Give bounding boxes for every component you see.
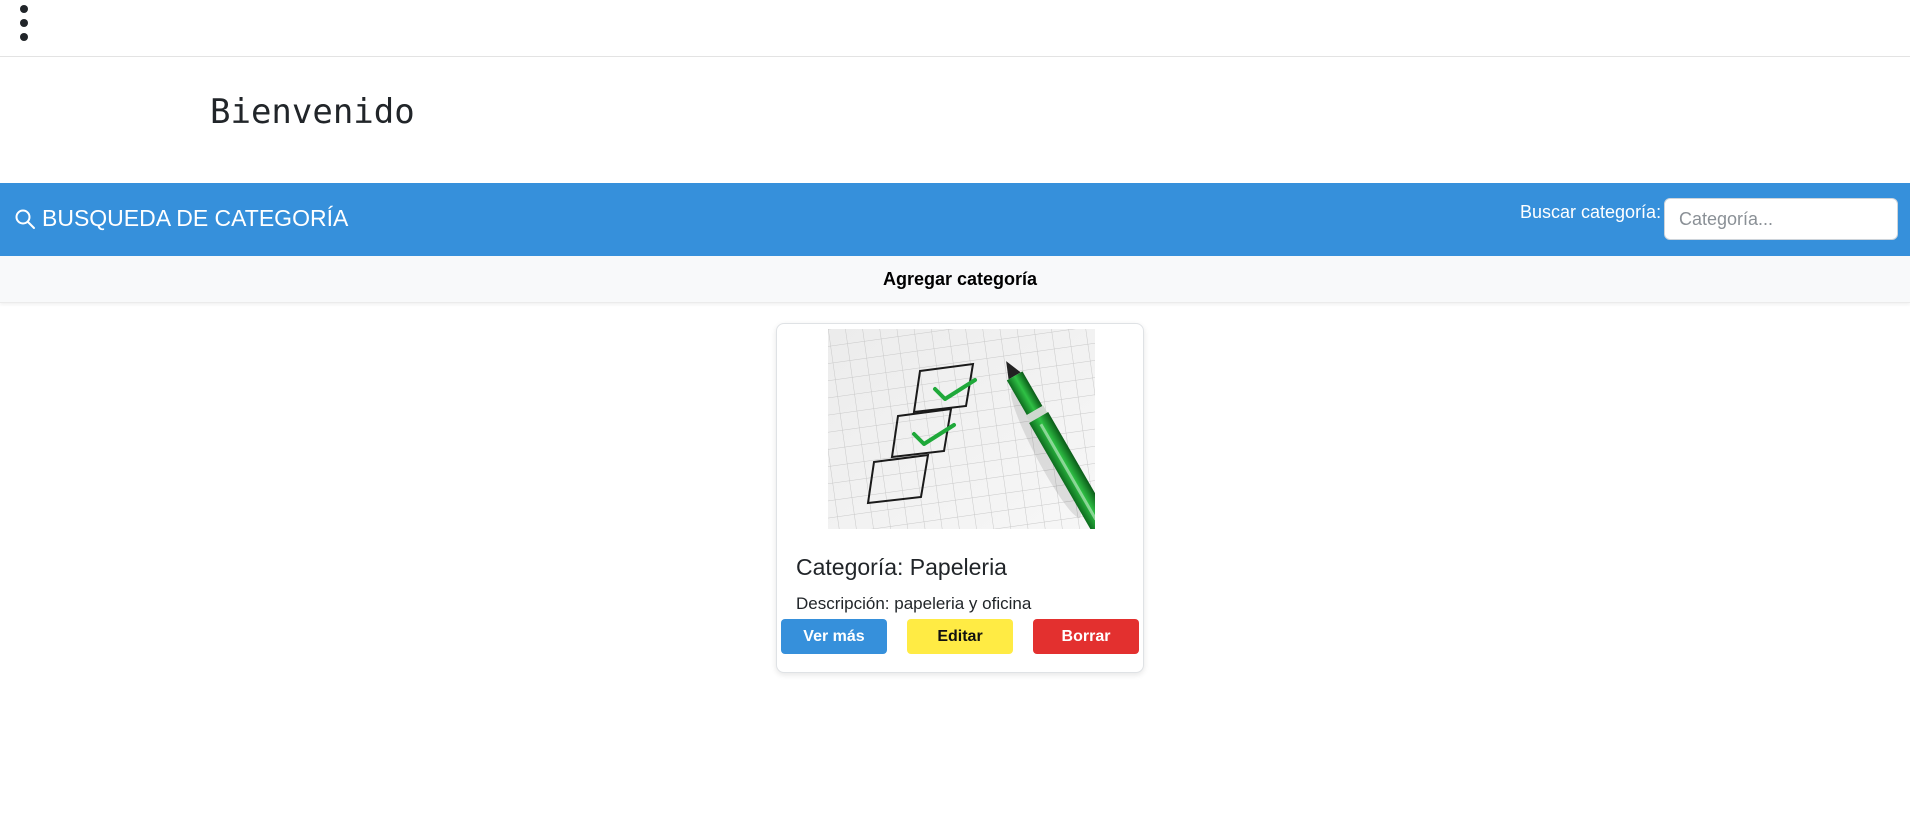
delete-button[interactable]: Borrar <box>1033 619 1139 654</box>
kebab-menu-icon[interactable] <box>15 3 31 43</box>
category-title: Categoría: Papeleria <box>796 554 1007 580</box>
search-icon <box>15 209 35 229</box>
search-bar: BUSQUEDA DE CATEGORÍA Buscar categoría: <box>0 183 1910 256</box>
top-bar <box>0 0 1910 57</box>
view-more-button[interactable]: Ver más <box>781 619 887 654</box>
category-image <box>828 329 1095 529</box>
search-label: Buscar categoría: <box>1520 202 1662 222</box>
welcome-heading: Bienvenido <box>210 92 415 132</box>
search-input[interactable] <box>1664 198 1898 240</box>
search-title: BUSQUEDA DE CATEGORÍA <box>14 205 348 232</box>
edit-button[interactable]: Editar <box>907 619 1013 654</box>
add-category-link[interactable]: Agregar categoría <box>0 269 1910 290</box>
add-category-bar: Agregar categoría <box>0 256 1910 303</box>
category-description: Descripción: papeleria y oficina <box>796 594 1032 613</box>
search-title-text: BUSQUEDA DE CATEGORÍA <box>42 205 349 231</box>
category-card: Categoría: Papeleria Descripción: papele… <box>776 323 1144 673</box>
